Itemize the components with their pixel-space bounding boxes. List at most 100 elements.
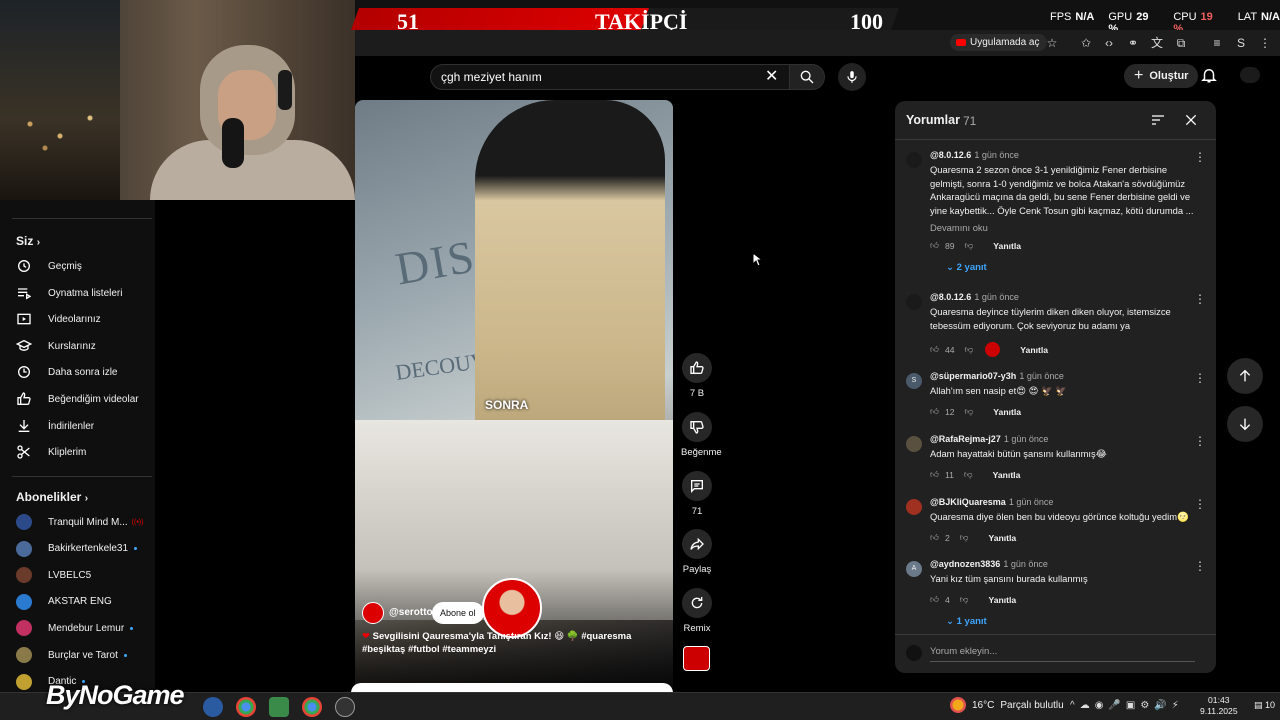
- sidebar-subscription-item[interactable]: Bakirkertenkele31: [16, 539, 138, 559]
- translate-icon[interactable]: 文: [1148, 34, 1166, 52]
- comment-author[interactable]: @RafaRejma-j27: [930, 434, 1001, 444]
- open-in-app-button[interactable]: Uygulamada aç: [950, 34, 1048, 51]
- account-avatar[interactable]: [1240, 67, 1260, 83]
- subscribe-button[interactable]: Abone ol: [432, 602, 484, 624]
- comment-author[interactable]: @8.0.12.6: [930, 292, 971, 302]
- store-icon[interactable]: [269, 697, 289, 717]
- code-icon[interactable]: ‹›: [1100, 34, 1118, 52]
- thumbs-up-icon[interactable]: 👍︎: [930, 240, 939, 251]
- sidebar-subscription-item[interactable]: Mendebur Lemur: [16, 618, 134, 638]
- microphone-icon: [847, 71, 857, 83]
- profile-extension-icon[interactable]: S: [1232, 34, 1250, 52]
- thumbs-down-icon[interactable]: 👎︎: [964, 469, 973, 480]
- thumbs-up-icon[interactable]: 👍︎: [930, 406, 939, 417]
- sidebar-you-heading[interactable]: Siz ›: [16, 234, 40, 248]
- comment-avatar[interactable]: [906, 294, 922, 310]
- sidebar-item-courses[interactable]: Kurslarınız: [16, 336, 96, 356]
- notifications-button[interactable]: [1200, 66, 1218, 89]
- reply-button[interactable]: Yanıtla: [989, 595, 1017, 605]
- voice-search-button[interactable]: [838, 63, 866, 91]
- comment-menu-icon[interactable]: ⋮: [1194, 559, 1206, 573]
- reply-button[interactable]: Yanıtla: [1020, 345, 1048, 355]
- reply-button[interactable]: Yanıtla: [993, 470, 1021, 480]
- thumbs-down-icon[interactable]: 👎︎: [960, 532, 969, 543]
- show-replies-button[interactable]: ⌄ 1 yanıt: [946, 616, 987, 627]
- sidebar-subscription-item[interactable]: AKSTAR ENG: [16, 592, 112, 612]
- notification-center-button[interactable]: ▤ 10: [1254, 700, 1275, 711]
- weather-widget[interactable]: 16°C Parçalı bulutlu: [950, 697, 1064, 713]
- sort-comments-button[interactable]: [1150, 112, 1166, 133]
- browser-menu-icon[interactable]: ⋮: [1256, 34, 1274, 52]
- channel-avatar: [16, 540, 32, 557]
- sidebar-item-your-videos[interactable]: Videolarınız: [16, 309, 101, 329]
- chrome-profile-icon[interactable]: [302, 697, 322, 717]
- comment-menu-icon[interactable]: ⋮: [1194, 434, 1206, 448]
- channel-avatar[interactable]: [362, 602, 384, 624]
- dislike-button[interactable]: Beğenme: [681, 412, 722, 458]
- reply-button[interactable]: Yanıtla: [993, 241, 1021, 251]
- comment-menu-icon[interactable]: ⋮: [1194, 292, 1206, 306]
- thumbs-up-icon[interactable]: 👍︎: [930, 344, 939, 355]
- comment-menu-icon[interactable]: ⋮: [1194, 150, 1206, 164]
- comment-avatar[interactable]: [906, 499, 922, 515]
- comment-header: @8.0.12.6 1 gün önce: [930, 150, 1019, 160]
- sidebar-subscription-item[interactable]: Burçlar ve Tarot: [16, 645, 127, 665]
- comment-menu-icon[interactable]: ⋮: [1194, 371, 1206, 385]
- comment-author[interactable]: @BJKliQuaresma: [930, 497, 1006, 507]
- obs-icon[interactable]: [335, 697, 355, 717]
- clear-search-icon[interactable]: ✕: [765, 66, 778, 86]
- sidebar-subscription-item[interactable]: LVBELC5: [16, 565, 91, 585]
- sidebar-subscription-item[interactable]: Tranquil Mind M... ((•)): [16, 512, 143, 532]
- system-tray[interactable]: ^☁◉🎤▣⚙🔊⚡: [1070, 700, 1184, 711]
- show-replies-button[interactable]: ⌄ 2 yanıt: [946, 262, 987, 273]
- remix-button[interactable]: Remix: [681, 588, 713, 634]
- comment-author[interactable]: @aydnozen3836: [930, 559, 1000, 569]
- sidebar-item-clips[interactable]: Kliplerim: [16, 442, 86, 462]
- close-comments-button[interactable]: [1183, 112, 1199, 133]
- create-button[interactable]: + Oluştur: [1124, 64, 1199, 88]
- comment-author[interactable]: @süpermario07-y3h: [930, 371, 1016, 381]
- search-button[interactable]: [789, 64, 825, 90]
- comments-button[interactable]: 71: [681, 471, 713, 517]
- search-input[interactable]: çgh meziyet hanım: [430, 64, 790, 90]
- bookmark-icon[interactable]: ✩: [1077, 34, 1095, 52]
- thumbs-up-icon[interactable]: 👍︎: [930, 469, 939, 480]
- thumbs-down-icon[interactable]: 👎︎: [965, 406, 974, 417]
- comment-avatar[interactable]: S: [906, 373, 922, 389]
- comment-avatar[interactable]: [906, 436, 922, 452]
- star-icon[interactable]: ☆: [1043, 34, 1061, 52]
- queue-icon[interactable]: ≡: [1208, 34, 1226, 52]
- channel-name[interactable]: @serotto: [389, 607, 433, 618]
- read-more-link[interactable]: Devamını oku: [930, 222, 988, 233]
- comment-like-count: 89: [944, 240, 955, 251]
- reply-button[interactable]: Yanıtla: [993, 407, 1021, 417]
- system-clock[interactable]: 01:43 9.11.2025: [1200, 695, 1238, 717]
- previous-video-button[interactable]: [1227, 358, 1263, 394]
- link-icon[interactable]: ⚭: [1124, 34, 1142, 52]
- sidebar-item-liked[interactable]: Beğendiğim videolar: [16, 389, 139, 409]
- reply-button[interactable]: Yanıtla: [989, 533, 1017, 543]
- thumbs-down-icon[interactable]: 👎︎: [965, 240, 974, 251]
- comment-avatar[interactable]: [906, 152, 922, 168]
- sidebar-item-watch-later[interactable]: Daha sonra izle: [16, 362, 117, 382]
- like-button[interactable]: 7 B: [681, 353, 713, 399]
- chrome-icon[interactable]: [236, 697, 256, 717]
- sound-thumbnail[interactable]: [683, 646, 710, 671]
- extension-icon[interactable]: ⧉: [1172, 34, 1190, 52]
- comment-avatar[interactable]: A: [906, 561, 922, 577]
- add-comment-input[interactable]: Yorum ekleyin...: [930, 646, 1195, 662]
- sidebar-item-downloads[interactable]: İndirilenler: [16, 416, 94, 436]
- thumbs-up-icon: [17, 392, 31, 405]
- comment-menu-icon[interactable]: ⋮: [1194, 497, 1206, 511]
- share-button[interactable]: Paylaş: [681, 529, 713, 575]
- thumbs-down-icon[interactable]: 👎︎: [960, 594, 969, 605]
- thumbs-up-icon[interactable]: 👍︎: [930, 594, 939, 605]
- sidebar-item-history[interactable]: Geçmiş: [16, 256, 82, 276]
- sidebar-item-playlists[interactable]: Oynatma listeleri: [16, 283, 122, 303]
- thumbs-down-icon[interactable]: 👎︎: [965, 344, 974, 355]
- comment-author[interactable]: @8.0.12.6: [930, 150, 971, 160]
- taskbar-app-icon[interactable]: [203, 697, 223, 717]
- sidebar-subscriptions-heading[interactable]: Abonelikler ›: [16, 490, 88, 504]
- thumbs-up-icon[interactable]: 👍︎: [930, 532, 939, 543]
- next-video-button[interactable]: [1227, 406, 1263, 442]
